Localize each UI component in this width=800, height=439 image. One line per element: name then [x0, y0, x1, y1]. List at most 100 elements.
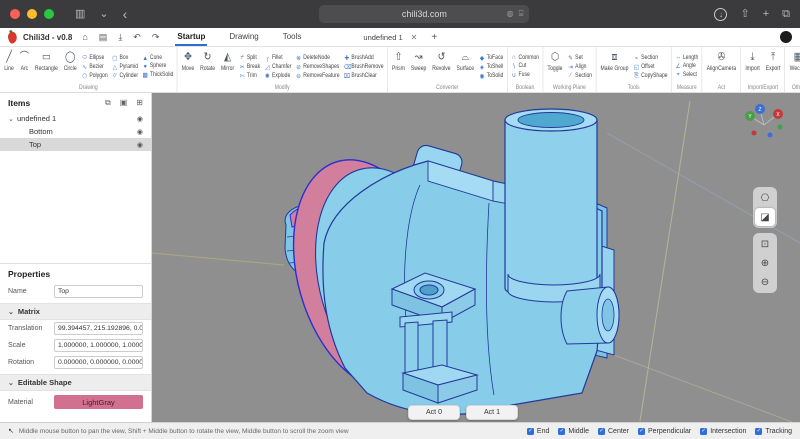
- checkbox-icon[interactable]: ✓: [755, 428, 762, 435]
- ribbon-section-button[interactable]: ⌁Section: [633, 54, 669, 62]
- zoom-out-icon[interactable]: ⊖: [755, 273, 775, 291]
- share-icon[interactable]: ⇧: [740, 0, 749, 28]
- new-group-icon[interactable]: ▣: [120, 98, 128, 108]
- link-document-icon[interactable]: ⧉: [105, 98, 111, 108]
- ribbon-break-button[interactable]: ✂Break: [238, 63, 261, 71]
- ribbon-removefeature-button[interactable]: ⊖RemoveFeature: [295, 72, 341, 80]
- face-select-icon[interactable]: ◪: [755, 208, 775, 226]
- snap-intersection[interactable]: ✓Intersection: [700, 428, 746, 435]
- zoom-in-icon[interactable]: ⊕: [755, 254, 775, 272]
- close-button[interactable]: [10, 9, 20, 19]
- redo-icon[interactable]: ↷: [152, 32, 160, 43]
- checkbox-icon[interactable]: ✓: [598, 428, 605, 435]
- chevron-down-icon[interactable]: ⌄: [8, 115, 17, 123]
- ribbon-mirror-button[interactable]: ◭Mirror: [219, 49, 236, 84]
- ribbon-trim-button[interactable]: ✄Trim: [238, 72, 261, 80]
- tab-startup[interactable]: Startup: [175, 28, 207, 46]
- tab-overview-icon[interactable]: ⧉: [782, 0, 790, 28]
- material-button[interactable]: LightGray: [54, 395, 143, 409]
- ribbon-copyshape-button[interactable]: ⎘CopyShape: [633, 72, 669, 80]
- tree-item-bottom[interactable]: Bottom◉: [0, 125, 151, 138]
- act-button-act-0[interactable]: Act 0: [408, 405, 460, 420]
- minimize-button[interactable]: [27, 9, 37, 19]
- ribbon-tosolid-button[interactable]: ◉ToSolid: [478, 72, 504, 80]
- ribbon-prism-button[interactable]: ⇧Prism: [390, 49, 406, 84]
- chevron-down-icon[interactable]: ⌄: [99, 0, 108, 28]
- scale-field[interactable]: 1.000000, 1.000000, 1.000000: [54, 339, 143, 352]
- ribbon-brushadd-button[interactable]: ✚BrushAdd: [343, 54, 384, 62]
- ribbon-bezier-button[interactable]: ∿Bezier: [81, 63, 109, 71]
- ribbon-chamfer-button[interactable]: ◿Chamfer: [263, 63, 292, 71]
- ribbon-surface-button[interactable]: ⌓Surface: [455, 49, 476, 84]
- ribbon-sphere-button[interactable]: ●Sphere: [141, 63, 174, 70]
- ribbon-angle-button[interactable]: ∠Angle: [674, 62, 699, 70]
- ribbon-sweep-button[interactable]: ↝Sweep: [409, 49, 428, 84]
- ribbon-cylinder-button[interactable]: ⌭Cylinder: [111, 72, 139, 80]
- checkbox-icon[interactable]: ✓: [638, 428, 645, 435]
- ribbon-line-button[interactable]: ╱Line: [3, 49, 16, 84]
- ribbon-offset-button[interactable]: ◱Offset: [633, 63, 669, 71]
- visibility-icon[interactable]: ◉: [137, 128, 143, 136]
- act-button-act-1[interactable]: Act 1: [466, 405, 518, 420]
- axis-gizmo[interactable]: Y Z X: [740, 101, 788, 149]
- snap-tracking[interactable]: ✓Tracking: [755, 428, 792, 435]
- ribbon-brushclear-button[interactable]: ⌧BrushClear: [343, 72, 384, 80]
- ribbon-pyramid-button[interactable]: △Pyramid: [111, 63, 139, 71]
- ribbon-split-button[interactable]: ⌿Split: [238, 54, 261, 62]
- undo-icon[interactable]: ↶: [133, 32, 141, 43]
- visibility-icon[interactable]: ◉: [137, 115, 143, 123]
- ribbon-explode-button[interactable]: ✺Explode: [263, 72, 292, 80]
- ribbon-toshell-button[interactable]: ◈ToShell: [478, 63, 504, 71]
- ribbon-make-group-button[interactable]: ⧈Make Group: [599, 49, 630, 84]
- ribbon-move-button[interactable]: ✥Move: [180, 49, 196, 84]
- checkbox-icon[interactable]: ✓: [527, 428, 534, 435]
- tab-tools[interactable]: Tools: [281, 28, 304, 46]
- ribbon-ellipse-button[interactable]: ⬭Ellipse: [81, 54, 109, 62]
- back-icon[interactable]: ‹: [123, 0, 128, 28]
- editable-shape-section-header[interactable]: ⌄ Editable Shape: [0, 374, 151, 391]
- matrix-section-header[interactable]: ⌄ Matrix: [0, 303, 151, 320]
- github-icon[interactable]: [780, 31, 792, 43]
- ribbon-section-button[interactable]: ∕Section: [567, 72, 593, 79]
- ribbon-export-button[interactable]: ⤒Export: [764, 49, 782, 84]
- ribbon-thicksolid-button[interactable]: ▩ThickSolid: [141, 71, 174, 79]
- translation-field[interactable]: 99.394457, 215.192896, 0.00000: [54, 322, 143, 335]
- document-tab[interactable]: undefined 1 ✕: [363, 33, 417, 42]
- ribbon-arc-button[interactable]: ⌒Arc: [18, 49, 31, 84]
- downloads-icon[interactable]: ↓: [714, 8, 727, 21]
- new-tab-icon[interactable]: +: [763, 0, 769, 28]
- ribbon-circle-button[interactable]: ◯Circle: [62, 49, 78, 84]
- ribbon-select-button[interactable]: ⌖Select: [674, 71, 699, 79]
- name-field[interactable]: Top: [54, 285, 143, 298]
- snap-perpendicular[interactable]: ✓Perpendicular: [638, 428, 691, 435]
- ribbon-revolve-button[interactable]: ↺Revolve: [431, 49, 453, 84]
- ribbon-box-button[interactable]: ▢Box: [111, 54, 139, 62]
- close-icon[interactable]: ✕: [411, 33, 418, 42]
- checkbox-icon[interactable]: ✓: [700, 428, 707, 435]
- sidebar-icon[interactable]: ▥: [75, 0, 85, 28]
- snap-middle[interactable]: ✓Middle: [558, 428, 589, 435]
- ribbon-deletenode-button[interactable]: ⊗DeleteNode: [295, 54, 341, 62]
- ribbon-toggle-button[interactable]: ⬡Toggle: [546, 49, 564, 84]
- tab-drawing[interactable]: Drawing: [227, 28, 260, 46]
- ribbon-fillet-button[interactable]: ╭Fillet: [263, 54, 292, 62]
- ribbon-rotate-button[interactable]: ↻Rotate: [198, 49, 216, 84]
- shaded-box-icon[interactable]: ⎔: [755, 189, 775, 207]
- viewport-3d[interactable]: Y Z X ⎔◪ ⊡⊕⊖ Act 0 Act 1: [152, 93, 800, 422]
- expand-all-icon[interactable]: ⊞: [136, 98, 143, 108]
- ribbon-polygon-button[interactable]: ⬠Polygon: [81, 72, 109, 80]
- ribbon-removeshapes-button[interactable]: ⊘RemoveShapes: [295, 63, 341, 71]
- fit-view-icon[interactable]: ⊡: [755, 235, 775, 253]
- checkbox-icon[interactable]: ✓: [558, 428, 565, 435]
- ribbon-fuse-button[interactable]: ∪Fuse: [510, 71, 540, 79]
- ribbon-brushremove-button[interactable]: ⌫BrushRemove: [343, 63, 384, 71]
- ribbon-align-button[interactable]: ⇥Align: [567, 63, 593, 71]
- ribbon-cone-button[interactable]: ▲Cone: [141, 55, 174, 62]
- ribbon-rectangle-button[interactable]: ▭Rectangle: [33, 49, 59, 84]
- ribbon-cut-button[interactable]: ∖Cut: [510, 62, 540, 70]
- address-bar[interactable]: chili3d.com ◍⌸: [319, 5, 529, 23]
- tree-item-undefined-1[interactable]: ⌄undefined 1◉: [0, 112, 151, 125]
- ribbon-common-button[interactable]: ∩Common: [510, 54, 540, 61]
- tree-item-top[interactable]: Top◉: [0, 138, 151, 151]
- open-icon[interactable]: ▤: [99, 32, 108, 43]
